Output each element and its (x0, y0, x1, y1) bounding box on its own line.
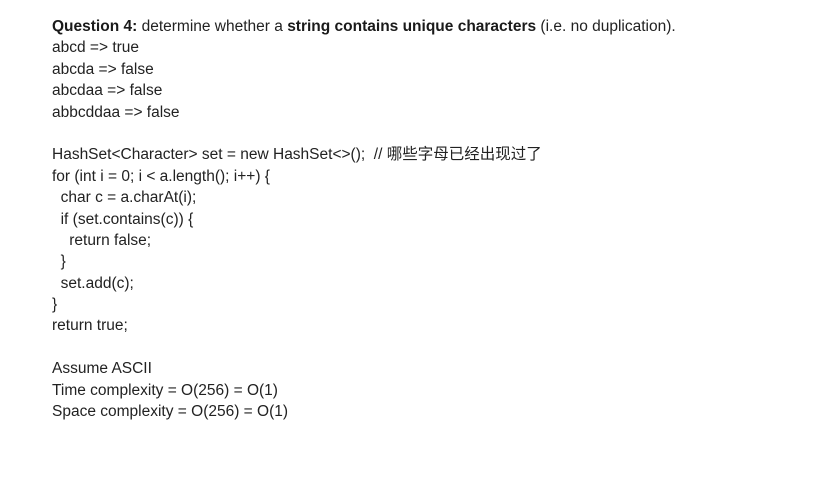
note-line: Time complexity = O(256) = O(1) (52, 381, 278, 399)
question-heading: Question 4: determine whether a string c… (52, 16, 792, 37)
example-line: abcda => false (52, 60, 154, 78)
note-line: Space complexity = O(256) = O(1) (52, 403, 289, 421)
code-line: set.add(c); (52, 274, 134, 292)
question-text-after: (i.e. no duplication). (536, 18, 676, 35)
example-line: abcdaa => false (52, 82, 163, 100)
question-text-before: determine whether a (137, 18, 288, 35)
question-emphasis: string contains unique characters (287, 18, 537, 35)
code-line: if (set.contains(c)) { (52, 210, 194, 228)
code-line: } (52, 296, 58, 314)
notes-block: Assume ASCII Time complexity = O(256) = … (52, 358, 792, 422)
example-line: abcd => true (52, 39, 140, 57)
example-line: abbcddaa => false (52, 103, 180, 121)
code-line: return true; (52, 317, 128, 335)
note-line: Assume ASCII (52, 360, 152, 378)
code-line: } (52, 253, 66, 271)
document-body: Question 4: determine whether a string c… (52, 16, 792, 422)
code-line: HashSet<Character> set = new HashSet<>()… (52, 146, 542, 164)
code-block: HashSet<Character> set = new HashSet<>()… (52, 144, 792, 337)
code-line: return false; (52, 231, 152, 249)
examples-block: abcd => true abcda => false abcdaa => fa… (52, 37, 792, 123)
code-line: for (int i = 0; i < a.length(); i++) { (52, 167, 270, 185)
code-line: char c = a.charAt(i); (52, 189, 197, 207)
question-number: Question 4: (52, 18, 138, 35)
